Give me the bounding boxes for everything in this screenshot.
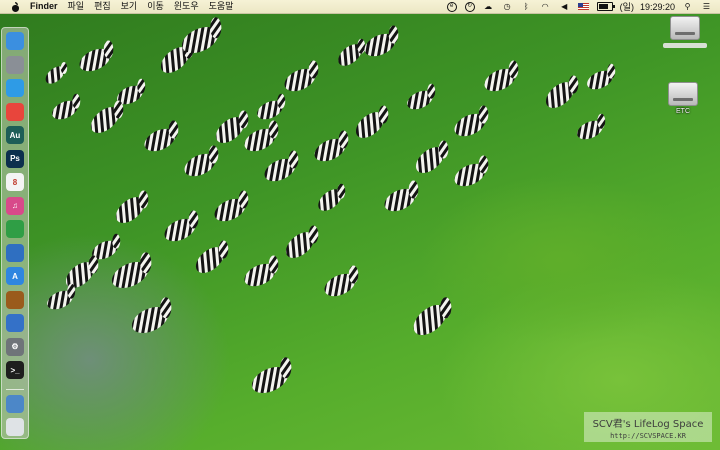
bluetooth-status-icon[interactable]: ᛒ (521, 2, 532, 11)
zebra-head-shape (338, 130, 349, 149)
spotlight-search-icon[interactable]: ⚲ (682, 2, 693, 11)
menu-view[interactable]: 보기 (116, 0, 143, 13)
evernote-status-icon[interactable]: e (446, 1, 457, 12)
downloads-icon[interactable] (6, 394, 24, 413)
menu-go[interactable]: 이동 (142, 0, 169, 13)
zebra-head-shape (427, 83, 436, 99)
photoshop-icon[interactable]: Ps (6, 149, 24, 168)
zebra-head-shape (238, 110, 249, 129)
zebra-head-shape (168, 120, 179, 139)
apple-menu-icon[interactable] (11, 1, 20, 12)
zebra-head-shape (138, 190, 149, 209)
drive-label-redacted (663, 43, 707, 48)
chrome-icon[interactable] (6, 102, 24, 121)
zebra-head-shape (103, 40, 114, 59)
menu-help[interactable]: 도움말 (204, 0, 239, 13)
zebra-herd-image (45, 17, 616, 394)
terminal-icon[interactable]: >_ (6, 361, 24, 379)
dock-separator (6, 388, 24, 390)
battery-icon[interactable] (596, 2, 615, 11)
us-flag-input-icon[interactable] (577, 3, 589, 10)
clock-day[interactable]: (일) (617, 0, 637, 13)
zebra-head-shape (308, 225, 319, 244)
zebra-head-shape (188, 210, 199, 229)
zebra-head-shape (140, 252, 152, 274)
wifi-icon[interactable]: ◠ (540, 2, 551, 11)
menu-file[interactable]: 파일 (63, 0, 90, 13)
appstore-icon[interactable]: A (6, 267, 24, 285)
zebra-head-shape (268, 255, 279, 274)
launchpad-icon[interactable] (6, 55, 24, 74)
desktop-wallpaper (0, 0, 720, 450)
zebra-head-shape (478, 105, 489, 124)
zebra-head-shape (160, 297, 172, 319)
clock-time[interactable]: 19:29:20 (637, 2, 678, 12)
menu-bar: Finder 파일 편집 보기 이동 윈도우 도움말 e ↻ ☁ ◷ ᛒ ◠ ◀… (0, 0, 720, 14)
zebra-head-shape (113, 100, 124, 119)
zebra-head-shape (72, 93, 81, 109)
speaker-icon[interactable] (6, 290, 24, 309)
trash-icon[interactable] (6, 418, 24, 436)
hard-drive-icon (670, 16, 700, 40)
zebra-head-shape (280, 357, 292, 379)
menu-window[interactable]: 윈도우 (169, 0, 204, 13)
desktop-icon-label: ETC (676, 108, 690, 115)
notification-center-icon[interactable]: ☰ (701, 2, 712, 11)
zebra-head-shape (308, 60, 319, 79)
itunes-icon[interactable]: ♫ (6, 196, 24, 215)
cloud-status-icon[interactable]: ☁ (483, 2, 494, 11)
zebra-head-shape (388, 25, 399, 44)
watermark-url: http://SCVSPACE.KR (610, 431, 686, 440)
zebra-head-shape (268, 120, 279, 139)
zebra-head-shape (337, 183, 346, 199)
zebra-head-shape (218, 240, 229, 259)
audition-icon[interactable]: Au (6, 126, 24, 144)
zebra-head-shape (60, 62, 68, 74)
evernote-icon[interactable] (6, 220, 24, 238)
zebra-head-shape (208, 145, 219, 164)
zebra-head-shape (137, 78, 146, 94)
menu-app-finder[interactable]: Finder (30, 0, 63, 13)
zebra-head-shape (238, 190, 249, 209)
zebra-head-shape (508, 60, 519, 79)
desktop-drive-icon-etc[interactable]: ETC (653, 82, 713, 115)
zebra-head-shape (478, 155, 489, 174)
zebra-head-shape (112, 233, 121, 249)
timemachine-status-icon[interactable]: ◷ (502, 2, 513, 11)
volume-icon[interactable]: ◀ (559, 2, 570, 11)
zebra-head-shape (88, 255, 99, 274)
zebra-head-shape (348, 265, 359, 284)
zebra-head-shape (67, 283, 76, 299)
blog-watermark: SCV君's LifeLog Space http://SCVSPACE.KR (584, 412, 712, 442)
automator-icon[interactable] (6, 243, 24, 262)
hard-drive-icon (668, 82, 698, 106)
zebra-head-shape (408, 180, 419, 199)
system-preferences-icon[interactable]: ⚙ (6, 337, 24, 356)
teamviewer-icon[interactable] (6, 314, 24, 332)
zebra-head-shape (568, 75, 579, 94)
calendar-icon[interactable]: 8 (6, 173, 24, 191)
zebra-head-shape (357, 38, 366, 54)
zebra-head-shape (438, 140, 449, 159)
zebra-head-shape (288, 150, 299, 169)
watermark-title: SCV君's LifeLog Space (592, 418, 704, 430)
zebra-head-shape (597, 113, 606, 129)
desktop-drive-icon-1[interactable] (655, 16, 715, 48)
zebra-head-shape (210, 17, 222, 39)
finder-icon[interactable] (6, 32, 24, 50)
menu-edit[interactable]: 편집 (89, 0, 116, 13)
zebra-head-shape (440, 297, 452, 319)
zebra-head-shape (277, 93, 286, 109)
dock: Au Ps 8 ♫ A ⚙ >_ (1, 27, 29, 439)
zebra-head-shape (607, 63, 616, 79)
zebra-head-shape (378, 105, 389, 124)
safari-icon[interactable] (6, 79, 24, 97)
sync-status-icon[interactable]: ↻ (464, 1, 475, 12)
